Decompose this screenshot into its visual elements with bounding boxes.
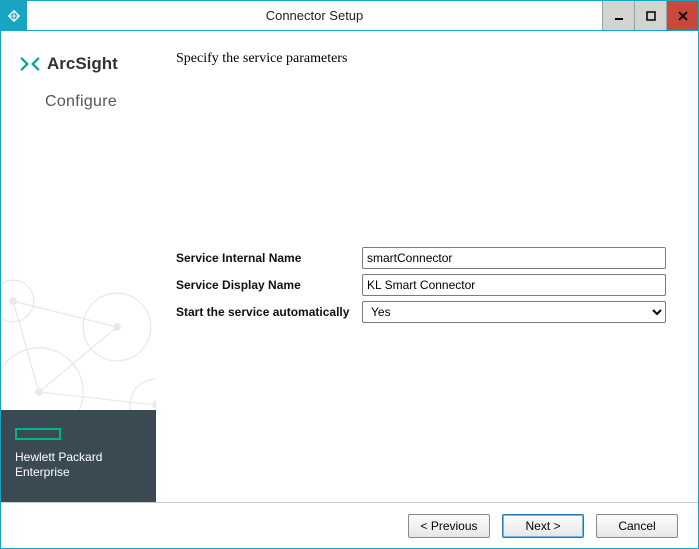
hpe-logo-icon [15, 428, 61, 440]
display-name-input[interactable] [362, 274, 666, 296]
autostart-select[interactable]: Yes [362, 301, 666, 323]
sidebar: ArcSight Configure [1, 31, 156, 502]
hpe-footer: Hewlett Packard Enterprise [1, 410, 156, 502]
next-button[interactable]: Next > [502, 514, 584, 538]
previous-button[interactable]: < Previous [408, 514, 490, 538]
display-name-label: Service Display Name [176, 278, 356, 292]
sidebar-decoration [1, 117, 156, 410]
sidebar-subhead: Configure [19, 93, 142, 111]
app-icon [1, 1, 27, 30]
window-title: Connector Setup [27, 1, 602, 30]
main-panel: Specify the service parameters Service I… [156, 31, 698, 502]
brand-row: ArcSight [19, 53, 142, 75]
minimize-button[interactable] [602, 1, 634, 30]
arcsight-logo-icon [19, 53, 41, 75]
hpe-text: Hewlett Packard Enterprise [15, 450, 142, 480]
connector-setup-window: Connector Setup ArcSight [0, 0, 699, 549]
brand-area: ArcSight Configure [1, 31, 156, 117]
dialog-body: ArcSight Configure [1, 31, 698, 502]
hpe-line2: Enterprise [15, 465, 70, 479]
close-button[interactable] [666, 1, 698, 30]
maximize-button[interactable] [634, 1, 666, 30]
page-headline: Specify the service parameters [176, 51, 674, 67]
cancel-button[interactable]: Cancel [596, 514, 678, 538]
internal-name-label: Service Internal Name [176, 251, 356, 265]
parameters-form: Service Internal Name Service Display Na… [176, 247, 666, 323]
hpe-line1: Hewlett Packard [15, 450, 102, 464]
button-bar: < Previous Next > Cancel [1, 502, 698, 548]
internal-name-input[interactable] [362, 247, 666, 269]
window-controls [602, 1, 698, 30]
brand-name: ArcSight [47, 54, 118, 74]
autostart-label: Start the service automatically [176, 305, 356, 319]
network-graphic-icon [1, 210, 156, 410]
titlebar: Connector Setup [1, 1, 698, 31]
